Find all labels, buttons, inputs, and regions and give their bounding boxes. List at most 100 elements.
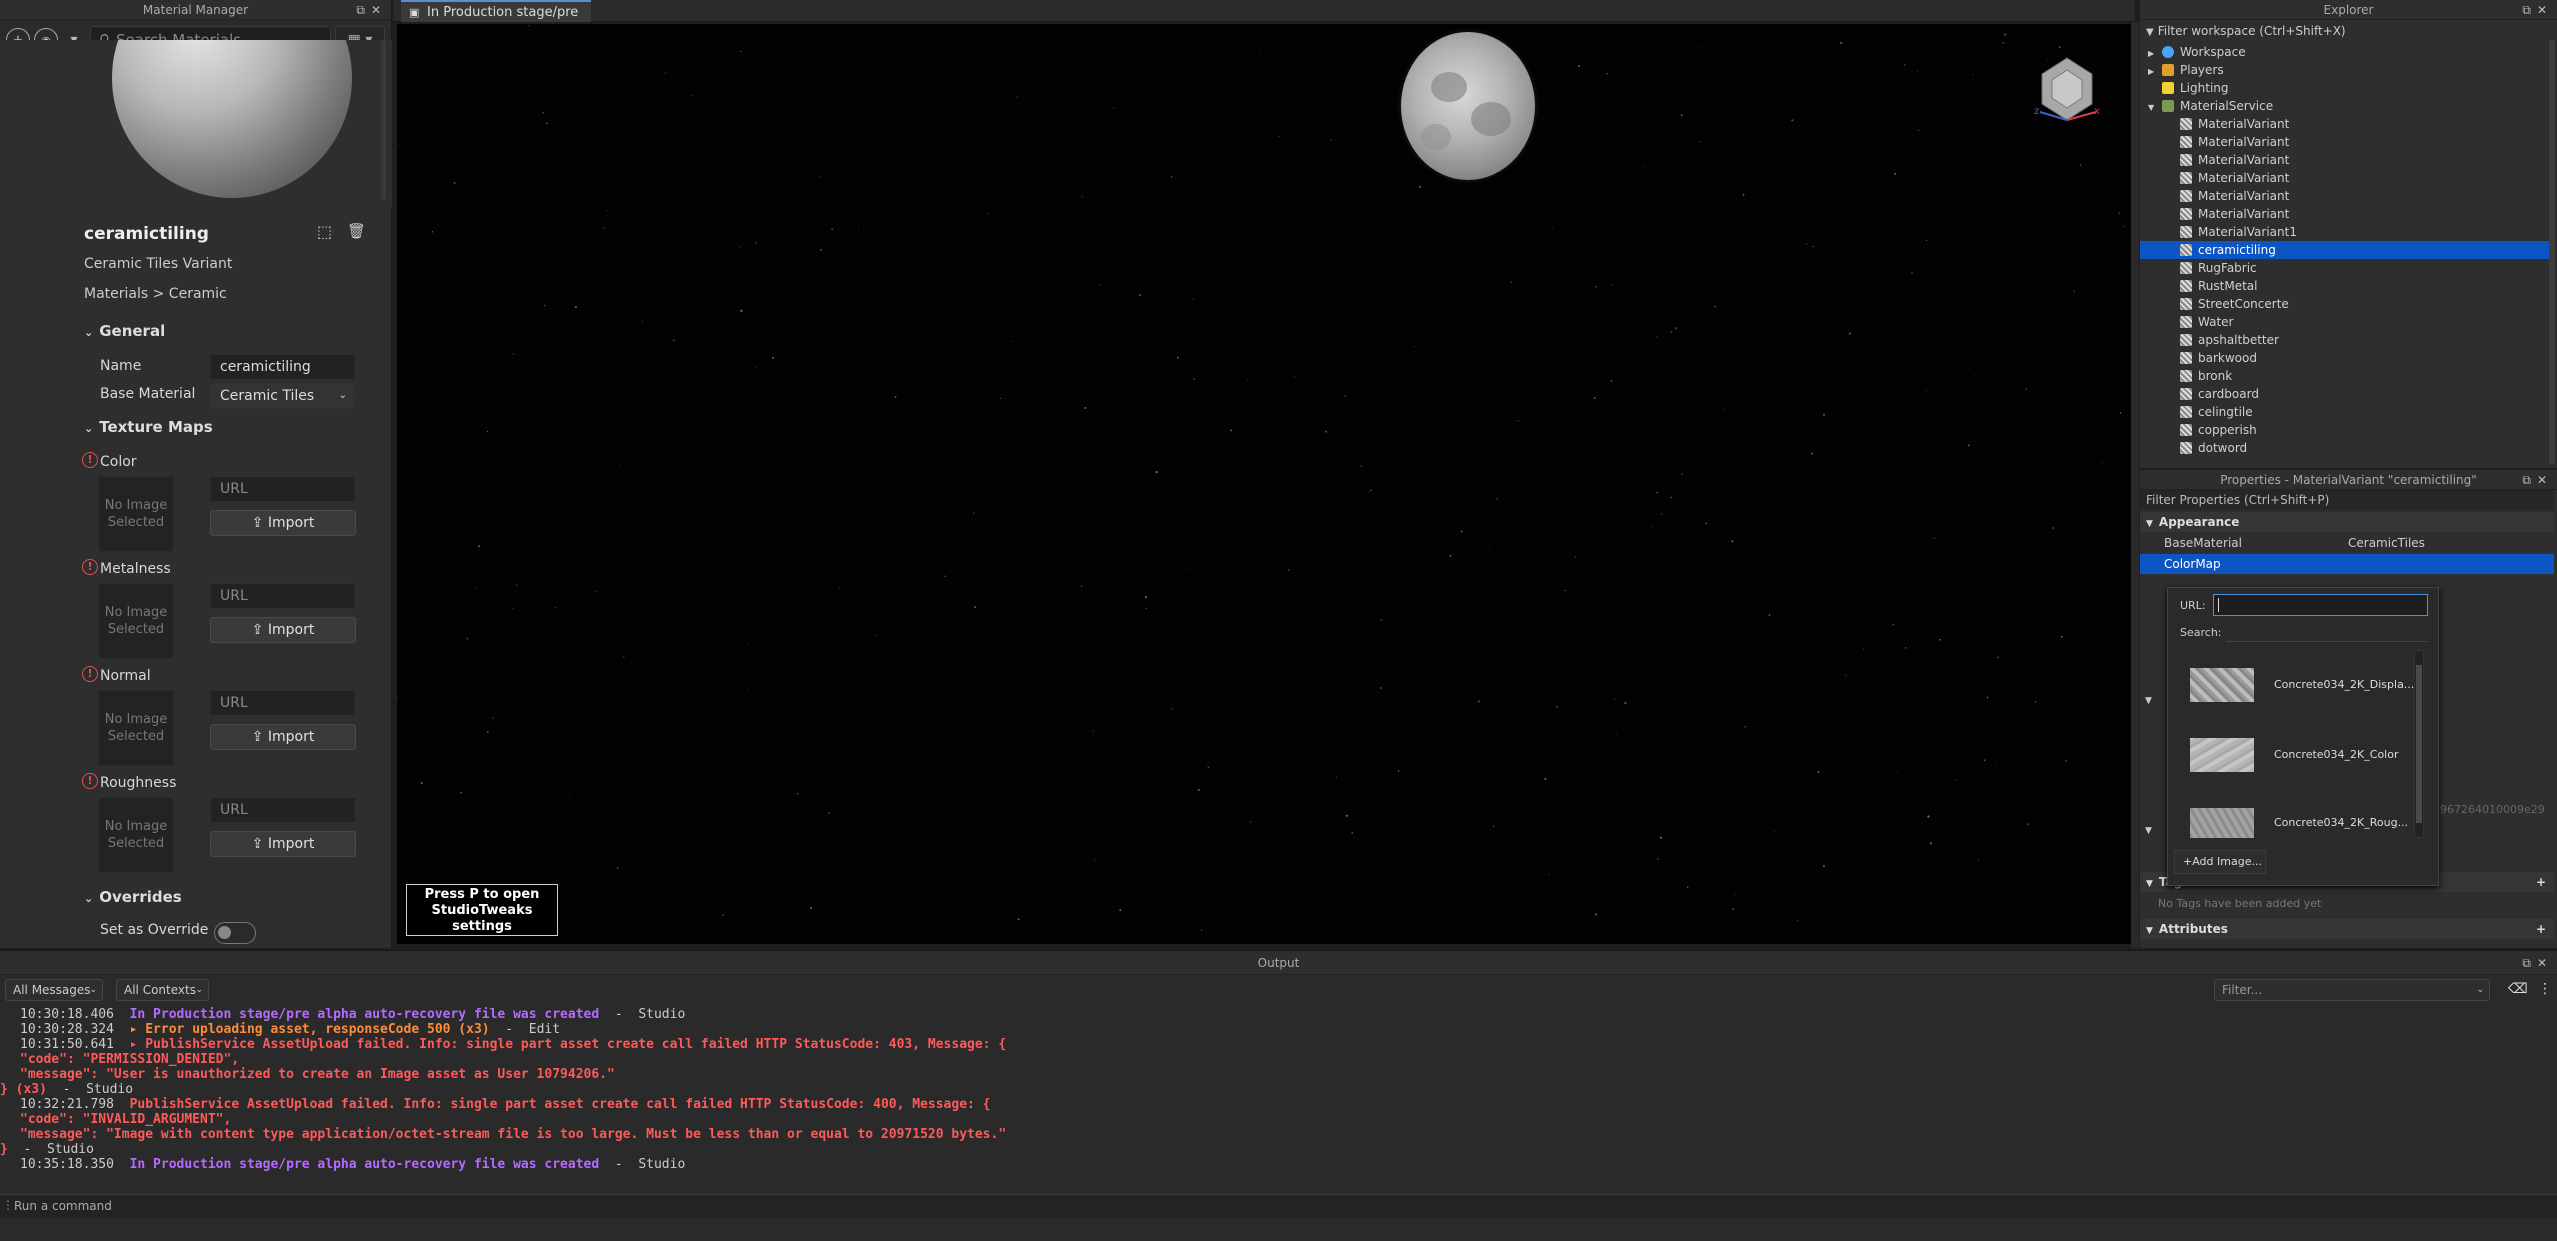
more-options-icon[interactable]: ⋮ <box>2538 981 2552 1001</box>
explorer-item[interactable]: MaterialVariant <box>2140 169 2554 187</box>
explorer-item[interactable]: Water <box>2140 313 2554 331</box>
overrides-label: Overrides <box>99 888 182 906</box>
contexts-filter-select[interactable]: All Contexts ⌄ <box>116 979 209 1001</box>
explorer-item[interactable]: RustMetal <box>2140 277 2554 295</box>
messages-filter-select[interactable]: All Messages ⌄ <box>5 979 103 1001</box>
tab-place[interactable]: ▣ In Production stage/pre alpha ✕ <box>401 0 591 41</box>
explorer-item[interactable]: ceramictiling <box>2140 241 2554 259</box>
explorer-item[interactable]: RugFabric <box>2140 259 2554 277</box>
filter-properties-input[interactable]: Filter Properties (Ctrl+Shift+P) <box>2140 490 2554 510</box>
texture-url-input[interactable]: URL <box>210 583 356 609</box>
explorer-item[interactable]: copperish <box>2140 421 2554 439</box>
overrides-section-header[interactable]: ⌄ Overrides <box>84 888 182 906</box>
panel-controls[interactable]: ⧉✕ <box>2522 470 2553 490</box>
set-as-override-toggle[interactable] <box>214 922 256 944</box>
asset-item[interactable]: Concrete034_2K_Displa... <box>2190 668 2414 706</box>
texture-url-input[interactable]: URL <box>210 476 356 502</box>
asset-list-scrollbar[interactable] <box>2414 650 2424 838</box>
explorer-item[interactable]: MaterialVariant1 <box>2140 223 2554 241</box>
import-button[interactable]: ⇪ Import <box>210 617 356 643</box>
property-row-basematerial[interactable]: BaseMaterial CeramicTiles <box>2140 533 2554 553</box>
texture-preview[interactable]: No Image Selected <box>98 690 174 766</box>
texture-preview[interactable]: No Image Selected <box>98 797 174 873</box>
moon-crater <box>1471 102 1511 136</box>
import-button[interactable]: ⇪ Import <box>210 724 356 750</box>
texture-preview[interactable]: No Image Selected <box>98 476 174 552</box>
star <box>528 24 530 27</box>
explorer-item-label: copperish <box>2198 423 2257 437</box>
delete-icon[interactable]: 🗑 <box>347 222 366 240</box>
texture-maps-section-header[interactable]: ⌄ Texture Maps <box>84 418 213 436</box>
general-section-header[interactable]: ⌄ General <box>84 322 165 340</box>
base-material-select[interactable]: Ceramic Tiles ⌄ <box>210 383 356 409</box>
3d-viewport[interactable]: x z Press P to open StudioTweaks setting… <box>397 24 2131 944</box>
material-select-icon[interactable]: ⬚ <box>317 222 332 241</box>
explorer-item[interactable]: Lighting <box>2140 79 2554 97</box>
explorer-item[interactable]: ▼ MaterialService <box>2140 97 2554 115</box>
explorer-item[interactable]: dotword <box>2140 439 2554 457</box>
name-input[interactable]: ceramictiling <box>210 354 356 380</box>
texture-url-input[interactable]: URL <box>210 690 356 716</box>
property-row-colormap[interactable]: ColorMap <box>2140 554 2554 574</box>
explorer-item[interactable]: MaterialVariant <box>2140 151 2554 169</box>
explorer-item[interactable]: ▶ Workspace <box>2140 43 2554 61</box>
panel-controls[interactable]: ⧉✕ <box>2522 951 2553 975</box>
explorer-scrollbar[interactable] <box>2549 40 2555 464</box>
explorer-item[interactable]: bronk <box>2140 367 2554 385</box>
material-variant-icon <box>2180 190 2192 202</box>
star <box>746 53 748 55</box>
explorer-item[interactable]: barkwood <box>2140 349 2554 367</box>
explorer-item[interactable]: MaterialVariant <box>2140 115 2554 133</box>
import-button[interactable]: ⇪ Import <box>210 510 356 536</box>
add-image-button[interactable]: +Add Image... <box>2174 850 2266 874</box>
star <box>1113 107 1115 109</box>
panel-controls[interactable]: ⧉✕ <box>2522 0 2553 20</box>
properties-title: Properties - MaterialVariant "ceramictil… <box>2220 473 2477 487</box>
url-input[interactable] <box>2213 594 2428 616</box>
asset-item-label: Concrete034_2K_Roug... <box>2274 816 2409 829</box>
appearance-category[interactable]: ▼ Appearance <box>2140 512 2554 532</box>
search-input[interactable] <box>2226 622 2428 642</box>
star <box>1686 886 1689 888</box>
texture-url-input[interactable]: URL <box>210 797 356 823</box>
star <box>1897 771 1899 773</box>
explorer-item[interactable]: apshaltbetter <box>2140 331 2554 349</box>
explorer-item[interactable]: celingtile <box>2140 403 2554 421</box>
service-icon <box>2162 82 2174 94</box>
texture-map-color: ! Color No Image Selected URL ⇪ Import <box>72 450 372 557</box>
view-cube[interactable]: x z <box>2034 56 2100 128</box>
add-tag-icon[interactable]: + <box>2536 872 2546 892</box>
collapse-icon[interactable]: ▼ <box>2145 696 2152 706</box>
attributes-category[interactable]: ▼ Attributes + <box>2140 919 2554 939</box>
preview-scrollbar[interactable] <box>381 40 386 200</box>
explorer-item[interactable]: MaterialVariant <box>2140 205 2554 223</box>
asset-item[interactable]: Concrete034_2K_Roug... <box>2190 808 2410 838</box>
material-variant-icon <box>2180 442 2192 454</box>
explorer-item[interactable]: cardboard <box>2140 385 2554 403</box>
collapse-icon[interactable]: ▼ <box>2145 826 2152 836</box>
panel-controls[interactable]: ⧉✕ <box>356 0 387 20</box>
log-line: "message": "User is unauthorized to crea… <box>20 1067 615 1082</box>
explorer-item[interactable]: ▶ Players <box>2140 61 2554 79</box>
star <box>1335 776 1338 778</box>
explorer-item[interactable]: MaterialVariant <box>2140 187 2554 205</box>
collapse-icon: ▼ <box>2146 879 2153 889</box>
output-filter-input[interactable]: Filter... ⌄ <box>2214 979 2490 1001</box>
explorer-item[interactable]: StreetConcerte <box>2140 295 2554 313</box>
base-material-label: Base Material <box>100 386 196 402</box>
texture-preview[interactable]: No Image Selected <box>98 583 174 659</box>
filter-workspace-input[interactable]: ▼ Filter workspace (Ctrl+Shift+X) <box>2140 22 2554 40</box>
star <box>2060 635 2063 638</box>
material-variant-icon <box>2180 316 2192 328</box>
star <box>569 796 571 798</box>
star <box>740 50 742 53</box>
explorer-item[interactable]: MaterialVariant <box>2140 133 2554 151</box>
toggle-knob <box>218 926 231 939</box>
asset-item[interactable]: Concrete034_2K_Color <box>2190 738 2410 776</box>
import-button[interactable]: ⇪ Import <box>210 831 356 857</box>
clear-output-icon[interactable]: ⌫ <box>2508 981 2528 1001</box>
log-line: "message": "Image with content type appl… <box>20 1127 1006 1142</box>
add-attribute-icon[interactable]: + <box>2536 919 2546 939</box>
property-value-partial: 967264010009e29 <box>2440 803 2545 816</box>
command-bar[interactable]: ⋮ Run a command <box>0 1194 2557 1218</box>
